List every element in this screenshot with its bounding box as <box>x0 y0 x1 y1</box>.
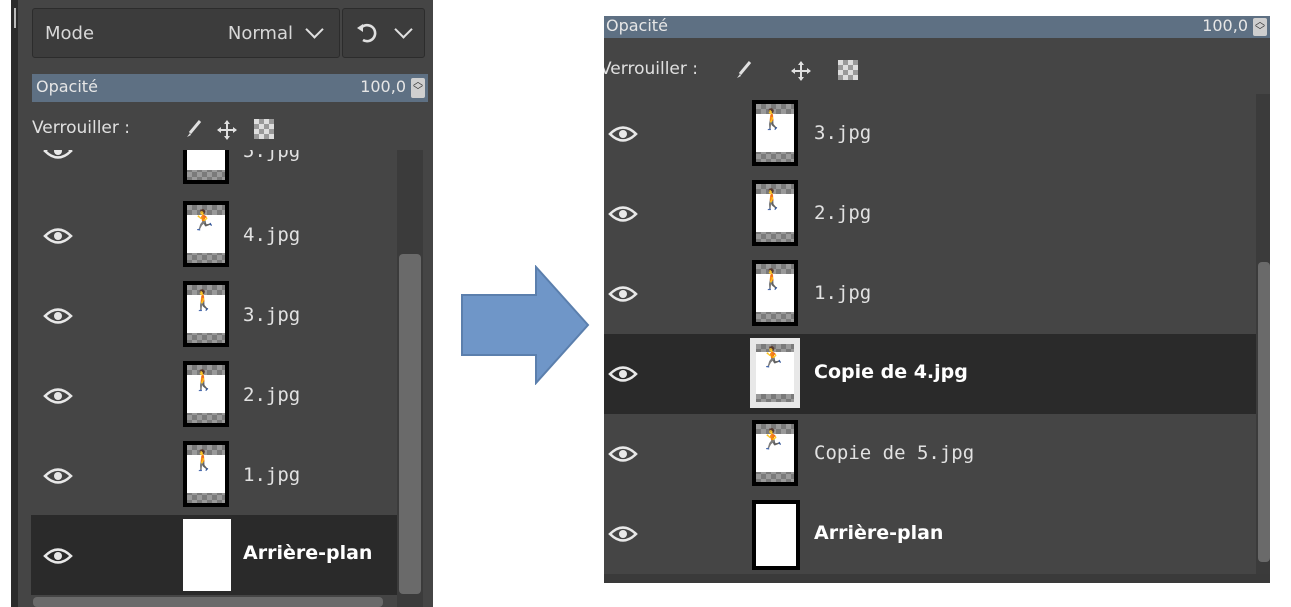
paintbrush-icon[interactable] <box>734 60 754 80</box>
layer-thumbnail: 🏃 <box>183 150 229 184</box>
eye-icon[interactable] <box>43 305 73 327</box>
layer-thumbnail: 🚶 <box>752 100 798 166</box>
eye-icon[interactable] <box>608 203 638 225</box>
chevron-down-icon <box>305 20 324 39</box>
eye-icon[interactable] <box>43 385 73 407</box>
layer-row-5[interactable]: 🏃 5.jpg <box>31 150 397 190</box>
layer-name: Arrière-plan <box>814 522 944 544</box>
layer-thumbnail: 🚶 <box>183 361 229 427</box>
opacity-slider[interactable]: Opacité 100,0 ︿ ﹀ <box>604 16 1270 38</box>
composite-mode-button[interactable] <box>342 8 425 58</box>
opacity-spinner[interactable]: ︿ ﹀ <box>411 78 425 98</box>
layer-name: Copie de 5.jpg <box>814 442 975 464</box>
layer-name: Copie de 4.jpg <box>814 361 968 383</box>
layers-panel-before: Mode Normal Opacité 100,0 ︿ ﹀ Verrouiller… <box>11 0 433 607</box>
opacity-value: 100,0 <box>1202 16 1248 35</box>
move-icon[interactable] <box>790 60 812 82</box>
eye-icon[interactable] <box>608 443 638 465</box>
layer-name: 5.jpg <box>243 150 301 162</box>
spin-down-icon[interactable]: ﹀ <box>1255 26 1265 37</box>
layer-list-scrollbar[interactable] <box>397 150 423 607</box>
eye-icon[interactable] <box>608 523 638 545</box>
layer-list-scrollbar[interactable] <box>1256 94 1270 574</box>
layer-thumbnail: 🏃 <box>750 338 800 408</box>
layer-name: 2.jpg <box>814 202 872 224</box>
layer-name: Arrière-plan <box>243 542 373 564</box>
bottom-toolbar <box>604 574 1270 583</box>
layer-row-background[interactable]: Arrière-plan <box>604 494 1256 574</box>
layer-list: 🚶 3.jpg 🚶 2.jpg 🚶 1.jpg 🏃 Copie de 4.jpg… <box>604 94 1256 574</box>
dock-edge[interactable] <box>11 0 18 607</box>
layer-row-background[interactable]: Arrière-plan <box>31 515 397 595</box>
checkerboard-icon[interactable] <box>254 119 274 139</box>
eye-icon[interactable] <box>43 465 73 487</box>
layer-name: 3.jpg <box>814 122 872 144</box>
opacity-label: Opacité <box>606 16 668 35</box>
layer-row-1[interactable]: 🚶 1.jpg <box>31 435 397 515</box>
layer-row-3[interactable]: 🚶 3.jpg <box>604 94 1256 174</box>
opacity-spinner[interactable]: ︿ ﹀ <box>1253 18 1267 37</box>
lock-row: Verrouiller : <box>604 59 904 85</box>
undo-arrow-icon <box>357 23 377 43</box>
layers-panel-after: Opacité 100,0 ︿﹀ Verrouiller : 🚶 3.jpg <box>604 16 1270 583</box>
layer-name: 3.jpg <box>243 304 301 326</box>
mode-value: Normal <box>227 23 293 44</box>
eye-icon[interactable] <box>608 363 638 385</box>
layer-thumbnail: 🏃 <box>752 420 798 486</box>
layer-thumbnail: 🚶 <box>183 441 229 507</box>
layer-list: 🏃 5.jpg 🏃 4.jpg 🚶 3.jpg 🚶 2.jpg 🚶 1.jpg … <box>31 150 397 607</box>
transition-arrow <box>461 265 590 385</box>
opacity-value: 100,0 <box>360 77 406 96</box>
layer-name: 1.jpg <box>814 282 872 304</box>
mode-dropdown[interactable]: Mode Normal <box>32 8 340 58</box>
layer-thumbnail <box>752 500 800 570</box>
spin-down-icon[interactable]: ﹀ <box>413 86 423 97</box>
opacity-label: Opacité <box>36 77 98 96</box>
layer-row-2[interactable]: 🚶 2.jpg <box>31 355 397 435</box>
layer-thumbnail: 🚶 <box>752 260 798 326</box>
layer-thumbnail: 🏃 <box>183 201 229 267</box>
lock-row: Verrouiller : <box>32 118 412 144</box>
layer-row-2[interactable]: 🚶 2.jpg <box>604 174 1256 254</box>
lock-label: Verrouiller : <box>32 118 130 138</box>
layer-row-4[interactable]: 🏃 4.jpg <box>31 195 397 275</box>
eye-icon[interactable] <box>608 123 638 145</box>
eye-icon[interactable] <box>608 283 638 305</box>
eye-icon[interactable] <box>43 150 73 162</box>
checkerboard-icon[interactable] <box>838 60 858 80</box>
layer-thumbnail: 🚶 <box>183 281 229 347</box>
layer-row-3[interactable]: 🚶 3.jpg <box>31 275 397 355</box>
paintbrush-icon[interactable] <box>184 119 204 139</box>
layer-row-copy-5[interactable]: 🏃 Copie de 5.jpg <box>604 414 1256 494</box>
layer-thumbnail: 🚶 <box>752 180 798 246</box>
eye-icon[interactable] <box>43 225 73 247</box>
move-icon[interactable] <box>216 119 238 141</box>
horizontal-scrollbar[interactable] <box>33 597 383 607</box>
layer-name: 1.jpg <box>243 464 301 486</box>
scrollbar-thumb[interactable] <box>399 254 421 594</box>
layer-row-copy-4[interactable]: 🏃 Copie de 4.jpg <box>604 334 1256 414</box>
scrollbar-thumb[interactable] <box>1258 262 1270 562</box>
chevron-down-icon <box>394 20 413 39</box>
eye-icon[interactable] <box>43 545 73 567</box>
layer-row-1[interactable]: 🚶 1.jpg <box>604 254 1256 334</box>
opacity-slider[interactable]: Opacité 100,0 ︿ ﹀ <box>32 74 428 102</box>
layer-name: 2.jpg <box>243 384 301 406</box>
lock-label: Verrouiller : <box>604 59 698 79</box>
mode-label: Mode <box>45 23 95 44</box>
layer-thumbnail <box>183 519 231 591</box>
resize-grip[interactable] <box>14 8 16 28</box>
layer-name: 4.jpg <box>243 224 301 246</box>
